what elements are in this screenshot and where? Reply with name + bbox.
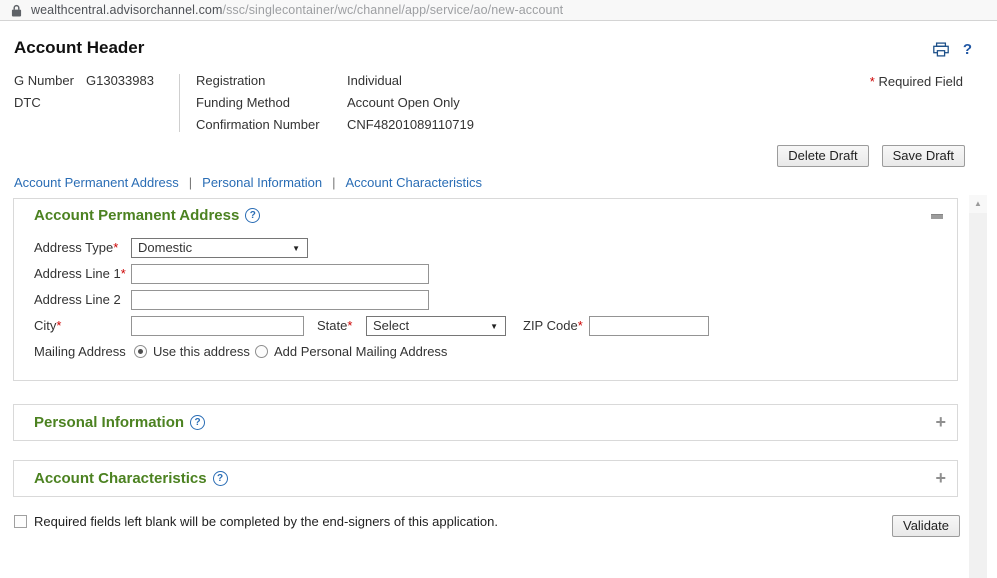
section-title: Account Characteristics? [34,470,228,487]
draft-button-group: Delete Draft Save Draft [777,145,965,167]
address-type-select[interactable]: Domestic ▼ [131,238,308,258]
nav-link-personal-information[interactable]: Personal Information [202,175,322,190]
section-account-characteristics: Account Characteristics? + [13,460,958,497]
validate-button[interactable]: Validate [892,515,960,537]
dropdown-arrow-icon: ▼ [292,244,300,254]
expand-icon[interactable]: + [935,412,946,432]
page-help-icon[interactable]: ? [963,41,972,58]
page-title: Account Header [14,38,144,58]
header-field-gnumber: G NumberG13033983 [14,73,154,95]
address-line2-row: Address Line 2 [14,290,957,310]
section-title: Personal Information? [34,414,205,431]
mailing-address-label: Mailing Address [34,342,126,362]
address-line1-label: Address Line 1* [34,264,126,284]
address-line1-input[interactable] [131,264,429,284]
header-field-funding-method: Funding MethodAccount Open Only [196,95,474,117]
city-state-zip-row: City* State* Select ▼ ZIP Code* [14,316,957,336]
nav-link-account-permanent-address[interactable]: Account Permanent Address [14,175,179,190]
end-signers-disclaimer: Required fields left blank will be compl… [34,514,498,530]
section-account-permanent-address: Account Permanent Address? Address Type*… [13,198,958,381]
state-selected-value: Select [373,318,409,333]
radio-use-this-address[interactable] [134,345,147,358]
section-nav: Account Permanent Address | Personal Infor… [14,175,482,190]
required-field-note: * Required Field [870,74,963,89]
state-select[interactable]: Select ▼ [366,316,506,336]
address-type-label: Address Type* [34,238,118,258]
url-path: /ssc/singlecontainer/wc/channel/app/serv… [223,3,564,17]
browser-address-bar[interactable]: wealthcentral.advisorchannel.com/ssc/sin… [0,0,997,21]
vertical-scrollbar[interactable]: ▲ [969,195,987,578]
zip-code-label: ZIP Code* [523,316,583,336]
address-type-selected-value: Domestic [138,240,192,255]
address-line2-label: Address Line 2 [34,290,121,310]
field-value: Individual [347,73,402,88]
radio-label-use-this-address[interactable]: Use this address [153,342,250,362]
delete-draft-button[interactable]: Delete Draft [777,145,868,167]
header-summary-left: G NumberG13033983 DTC [14,73,154,117]
section-help-icon[interactable]: ? [245,208,260,223]
field-value: G13033983 [86,73,154,88]
header-field-dtc: DTC [14,95,154,117]
state-label: State* [317,316,352,336]
field-label: Funding Method [196,95,347,111]
section-personal-information: Personal Information? + [13,404,958,441]
field-label: Confirmation Number [196,117,347,133]
header-divider [179,74,180,132]
address-line1-row: Address Line 1* [14,264,957,284]
dropdown-arrow-icon: ▼ [490,322,498,332]
url-domain: wealthcentral.advisorchannel.com [31,3,223,17]
field-label: G Number [14,73,86,89]
new-account-page: wealthcentral.advisorchannel.com/ssc/sin… [0,0,997,578]
radio-label-add-personal-mailing-address[interactable]: Add Personal Mailing Address [274,342,447,362]
city-input[interactable] [131,316,304,336]
print-icon[interactable] [933,42,949,57]
field-value: CNF48201089110719 [347,117,474,132]
zip-code-input[interactable] [589,316,709,336]
url-text: wealthcentral.advisorchannel.com/ssc/sin… [31,3,563,17]
end-signers-checkbox-row: Required fields left blank will be compl… [14,514,498,530]
radio-add-personal-mailing-address[interactable] [255,345,268,358]
nav-separator: | [189,175,192,190]
lock-icon [11,4,22,17]
expand-icon[interactable]: + [935,468,946,488]
header-field-registration: RegistrationIndividual [196,73,474,95]
header-actions: ? [933,41,972,58]
save-draft-button[interactable]: Save Draft [882,145,965,167]
nav-separator: | [332,175,335,190]
mailing-address-row: Mailing Address Use this address Add Per… [14,342,957,362]
nav-link-account-characteristics[interactable]: Account Characteristics [346,175,483,190]
address-line2-input[interactable] [131,290,429,310]
scroll-up-arrow-icon[interactable]: ▲ [969,195,987,213]
field-value: Account Open Only [347,95,460,110]
city-label: City* [34,316,61,336]
field-label: DTC [14,95,86,111]
end-signers-checkbox[interactable] [14,515,27,528]
collapse-icon[interactable] [931,214,943,219]
section-help-icon[interactable]: ? [190,415,205,430]
section-help-icon[interactable]: ? [213,471,228,486]
header-summary-right: RegistrationIndividual Funding MethodAcc… [196,73,474,139]
header-field-confirmation-number: Confirmation NumberCNF48201089110719 [196,117,474,139]
field-label: Registration [196,73,347,89]
address-type-row: Address Type* Domestic ▼ [14,238,957,258]
section-title: Account Permanent Address? [34,207,260,224]
